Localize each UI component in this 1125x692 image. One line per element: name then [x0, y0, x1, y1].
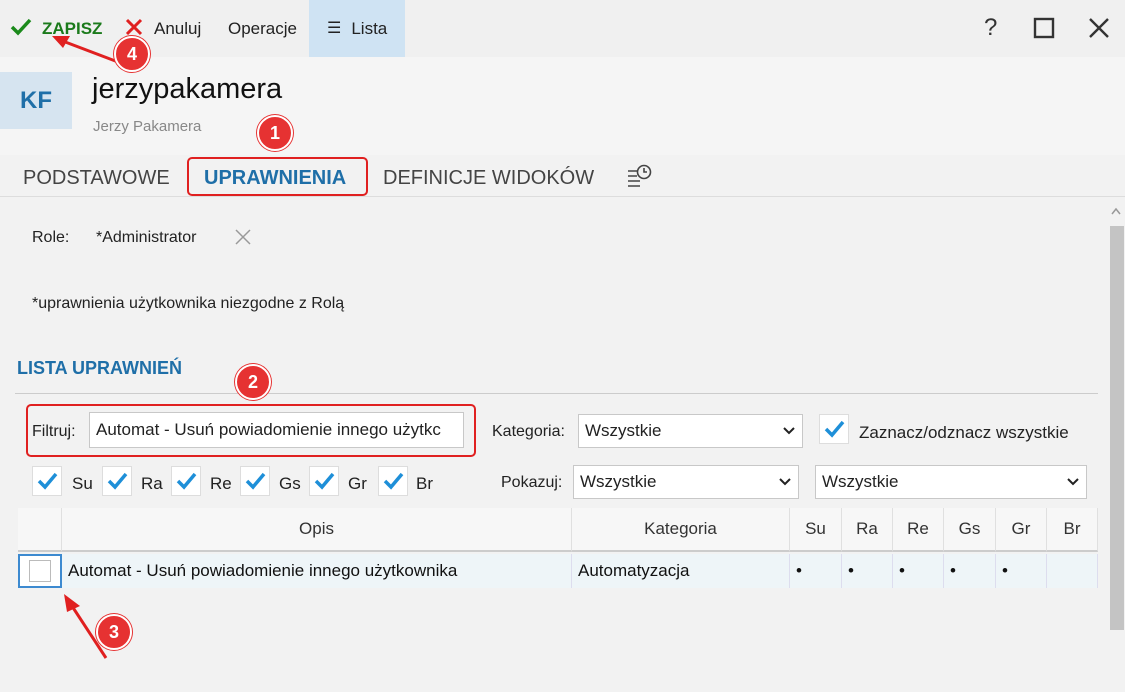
annotation-badge-4: 4	[114, 36, 150, 72]
annotation-badge-3: 3	[96, 614, 132, 650]
annotation-badge-2: 2	[235, 364, 271, 400]
annotation-arrows	[52, 36, 119, 659]
annotation-badge-1: 1	[257, 115, 293, 151]
